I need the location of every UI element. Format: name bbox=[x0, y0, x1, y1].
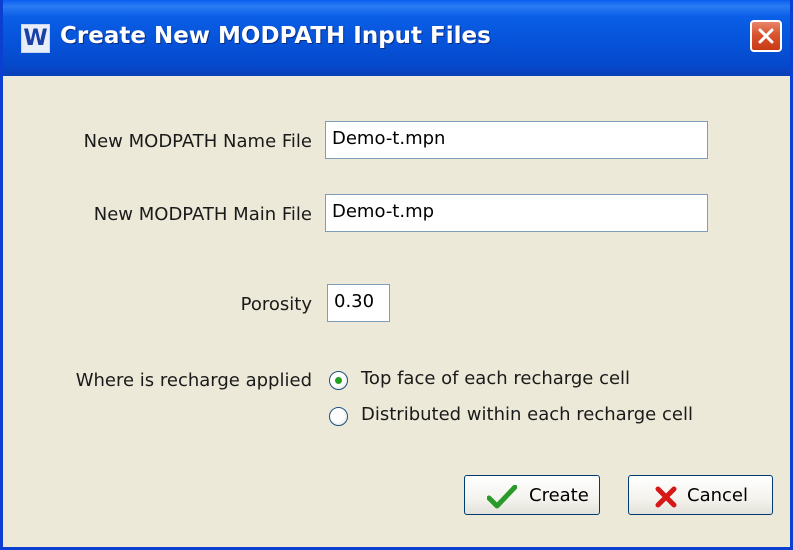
radio-label-distributed: Distributed within each recharge cell bbox=[361, 404, 693, 425]
name-file-label: New MODPATH Name File bbox=[83, 131, 312, 152]
checkmark-icon bbox=[487, 485, 517, 509]
dialog-title: Create New MODPATH Input Files bbox=[60, 23, 491, 49]
main-file-label: New MODPATH Main File bbox=[93, 204, 312, 225]
cancel-button[interactable]: Cancel bbox=[628, 475, 773, 515]
recharge-option-distributed[interactable]: Distributed within each recharge cell bbox=[329, 404, 719, 430]
main-file-input[interactable]: Demo-t.mp bbox=[325, 194, 708, 232]
close-icon bbox=[758, 28, 774, 44]
cancel-button-label: Cancel bbox=[687, 485, 748, 506]
app-w-icon: W bbox=[21, 24, 50, 53]
radio-button-top[interactable] bbox=[329, 371, 348, 390]
x-icon bbox=[655, 486, 677, 508]
create-button-label: Create bbox=[529, 485, 589, 506]
radio-selected-dot bbox=[335, 377, 342, 384]
recharge-option-top[interactable]: Top face of each recharge cell bbox=[329, 368, 709, 394]
recharge-label: Where is recharge applied bbox=[75, 370, 312, 391]
name-file-input[interactable]: Demo-t.mpn bbox=[325, 121, 708, 159]
porosity-label: Porosity bbox=[240, 294, 312, 315]
create-modpath-dialog: W Create New MODPATH Input Files New MOD… bbox=[0, 0, 793, 550]
radio-label-top: Top face of each recharge cell bbox=[361, 368, 631, 389]
title-bar[interactable]: W Create New MODPATH Input Files bbox=[3, 0, 790, 76]
close-button[interactable] bbox=[750, 20, 782, 52]
radio-button-distributed[interactable] bbox=[329, 407, 348, 426]
create-button[interactable]: Create bbox=[464, 475, 600, 515]
porosity-input[interactable]: 0.30 bbox=[327, 284, 390, 322]
